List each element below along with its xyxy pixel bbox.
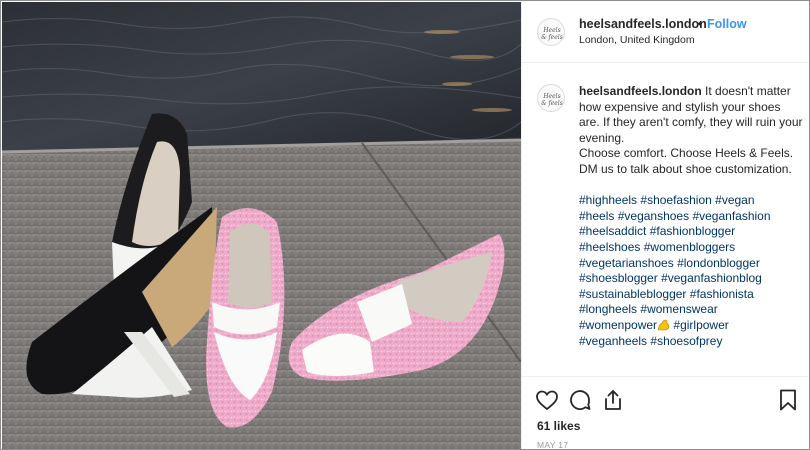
hashtag-link[interactable]: #fashionblogger <box>650 224 735 238</box>
hashtag-link[interactable]: #veganshoes <box>618 209 689 223</box>
hashtag-link[interactable]: #sustainableblogger <box>579 287 686 301</box>
hashtag-list: #highheels #shoefashion #vegan #heels #v… <box>579 193 804 349</box>
location-link[interactable]: London, United Kingdom <box>579 34 695 46</box>
hashtag-link[interactable]: #highheels <box>579 193 637 207</box>
follow-button[interactable]: Follow <box>707 17 747 31</box>
hashtag-link[interactable]: #veganfashionblog <box>661 271 762 285</box>
caption-line: Choose comfort. Choose Heels & Feels. <box>579 146 794 161</box>
hashtag-link[interactable]: #heels <box>579 209 614 223</box>
heart-icon[interactable] <box>535 388 559 412</box>
hashtag-link[interactable]: #shoefashion <box>640 193 711 207</box>
caption-username[interactable]: heelsandfeels.london <box>579 84 702 98</box>
caption-text: heelsandfeels.london It doesn't matter h… <box>579 84 804 349</box>
separator-dot: • <box>698 17 703 31</box>
hashtag-link[interactable]: #veganheels <box>579 334 647 348</box>
likes-count[interactable]: 61 likes <box>537 419 580 433</box>
hashtag-link[interactable]: #vegan <box>715 193 754 207</box>
avatar-logo-text: Heels & feels <box>541 27 563 41</box>
hashtag-link[interactable]: #womenbloggers <box>644 240 735 254</box>
username-link[interactable]: heelsandfeels.london <box>579 17 707 31</box>
hashtag-link[interactable]: #womenpower <box>579 318 657 332</box>
post-header: Heels & feels heelsandfeels.london • Fol… <box>522 2 809 63</box>
post-date: MAY 17 <box>537 440 569 450</box>
hashtag-link[interactable]: #heelshoes <box>579 240 640 254</box>
post-actions: 61 likes MAY 17 <box>522 376 809 450</box>
hashtag-link[interactable]: #veganfashion <box>692 209 770 223</box>
hashtag-link[interactable]: #fashionista <box>690 287 754 301</box>
caption-line: DM us to talk about shoe customization. <box>579 161 792 176</box>
instagram-post-window: Heels & feels heelsandfeels.london • Fol… <box>0 0 810 450</box>
hashtag-link[interactable]: #shoesblogger <box>579 271 658 285</box>
hashtag-link[interactable]: #longheels <box>579 302 637 316</box>
hashtag-link[interactable]: #londonblogger <box>677 256 760 270</box>
hashtag-link[interactable]: #vegetarianshoes <box>579 256 674 270</box>
post-photo[interactable] <box>2 2 521 449</box>
post-sidebar: Heels & feels heelsandfeels.london • Fol… <box>521 2 809 450</box>
hashtag-link[interactable]: #womenswear <box>640 302 717 316</box>
shoes-photo-illustration <box>2 2 521 449</box>
avatar[interactable]: Heels & feels <box>537 18 565 46</box>
hashtag-link[interactable]: #heelsaddict <box>579 224 646 238</box>
caption-avatar[interactable]: Heels & feels <box>537 84 565 112</box>
comment-icon[interactable] <box>568 388 592 412</box>
hashtag-link[interactable]: #girlpower <box>673 318 728 332</box>
flexed-biceps-icon <box>657 319 670 331</box>
avatar-logo-text: Heels & feels <box>541 93 563 107</box>
share-icon[interactable] <box>601 388 625 412</box>
hashtag-link[interactable]: #shoesofprey <box>650 334 722 348</box>
bookmark-icon[interactable] <box>776 388 800 412</box>
caption-section: Heels & feels heelsandfeels.london It do… <box>522 64 809 376</box>
